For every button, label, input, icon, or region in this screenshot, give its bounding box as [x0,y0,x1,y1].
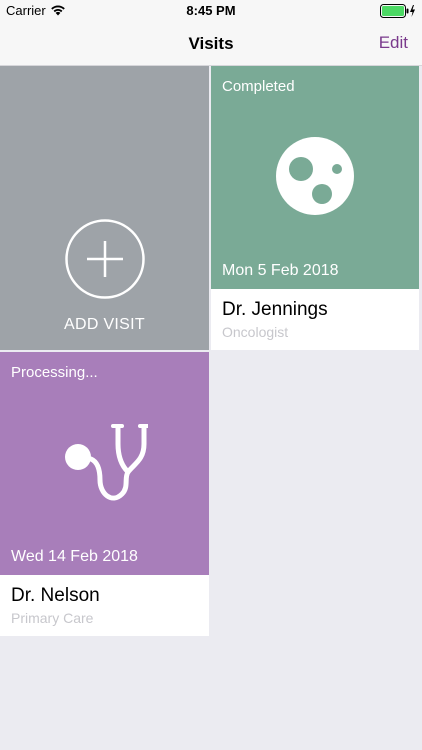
battery-charging-icon [380,4,415,18]
visit-date: Wed 14 Feb 2018 [11,548,138,565]
visit-date: Mon 5 Feb 2018 [222,262,339,279]
add-visit-tile[interactable]: ADD VISIT [0,66,209,350]
visit-card-header: Completed Mon 5 Feb 2018 [211,66,419,289]
visit-card-footer: Dr. Jennings Oncologist [211,289,419,350]
visit-card-header: Processing... Wed 14 Feb 2018 [0,352,209,575]
navigation-bar: Visits Edit [0,22,422,66]
doctor-specialty: Primary Care [11,610,94,626]
visits-screen: Carrier 8:45 PM Visits Edit ADD VISIT Co… [0,0,422,750]
visit-status: Completed [222,78,295,95]
stethoscope-icon [65,424,148,501]
doctor-name: Dr. Nelson [11,585,100,606]
edit-button[interactable]: Edit [379,33,408,53]
status-time: 8:45 PM [186,3,236,18]
plus-circle-icon [65,219,145,299]
status-bar: Carrier 8:45 PM [0,0,422,22]
visit-card[interactable]: Processing... Wed 14 Feb 2018 Dr. Nelson… [0,352,209,636]
doctor-name: Dr. Jennings [222,299,328,320]
visit-card-footer: Dr. Nelson Primary Care [0,575,209,636]
doctor-specialty: Oncologist [222,324,289,340]
visit-card[interactable]: Completed Mon 5 Feb 2018 Dr. Jennings On… [211,66,419,350]
add-visit-label: ADD VISIT [64,316,145,333]
cells-icon [276,137,354,215]
page-title: Visits [188,34,234,53]
visit-status: Processing... [11,364,98,381]
